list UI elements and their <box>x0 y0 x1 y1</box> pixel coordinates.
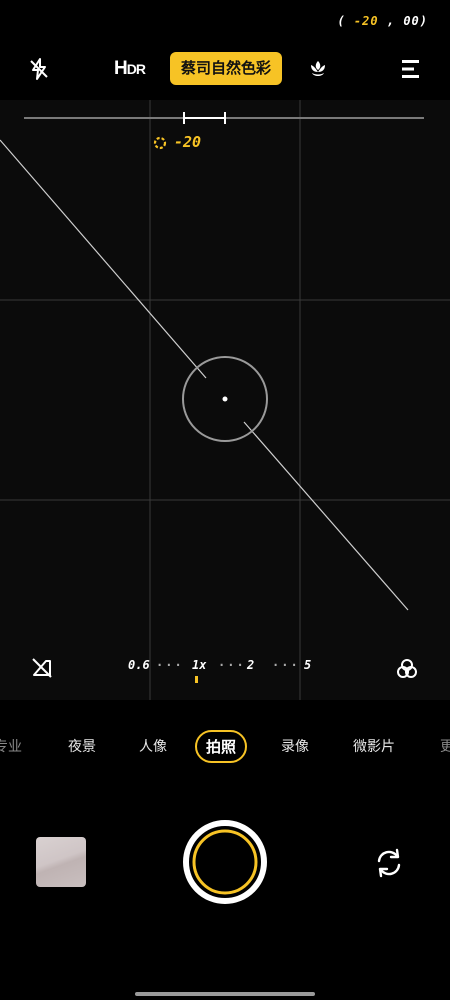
gallery-thumbnail[interactable] <box>36 837 86 887</box>
mode-photo[interactable]: 拍照 <box>195 730 248 763</box>
mode-video[interactable]: 录像 <box>281 736 309 756</box>
exposure-tick-left <box>183 112 185 124</box>
focus-center-dot <box>222 396 228 402</box>
macro-flower-icon <box>311 61 325 76</box>
switch-camera-icon <box>377 848 401 878</box>
level-prefix: ( <box>337 14 346 28</box>
zoom-option-0-6[interactable]: 0.6 <box>128 658 150 672</box>
mode-selector[interactable]: 专业 夜景 人像 拍照 录像 微影片 更 <box>0 730 450 764</box>
zoom-option-2[interactable]: 2 <box>247 658 254 672</box>
zoom-dots: ··· <box>156 658 184 672</box>
mode-portrait[interactable]: 人像 <box>139 736 167 756</box>
level-off-icon <box>32 658 52 678</box>
mode-night[interactable]: 夜景 <box>68 736 96 756</box>
viewfinder-grid <box>0 100 450 700</box>
hdr-label-main: H <box>114 58 128 79</box>
level-roll: 00 <box>403 14 420 28</box>
zoom-option-1x[interactable]: 1x <box>192 658 206 672</box>
mode-pro[interactable]: 专业 <box>0 736 22 756</box>
hdr-button[interactable]: HDR <box>114 54 146 84</box>
zoom-selector[interactable]: 0.6 ··· 1x ··· 2 ··· 5 <box>128 658 318 676</box>
macro-button[interactable] <box>303 54 333 84</box>
zoom-dots: ··· <box>218 658 246 672</box>
color-style-button[interactable]: 蔡司自然色彩 <box>170 52 282 85</box>
flash-off-icon <box>30 58 48 80</box>
shutter-icon <box>183 820 267 904</box>
zoom-dots: ··· <box>272 658 300 672</box>
zoom-current-marker <box>195 676 198 683</box>
horizon-level-line <box>0 139 409 611</box>
mode-micro-movie[interactable]: 微影片 <box>353 736 395 756</box>
exposure-value: -20 <box>152 133 201 151</box>
color-filter-icon <box>397 659 417 678</box>
filter-button[interactable] <box>392 654 422 684</box>
hdr-label-rest: DR <box>126 61 146 77</box>
flash-off-button[interactable] <box>24 54 54 84</box>
shutter-button[interactable] <box>183 820 267 904</box>
exposure-tick-right <box>224 112 226 124</box>
exposure-indicator <box>184 117 226 119</box>
zoom-option-5[interactable]: 5 <box>304 658 311 672</box>
home-indicator[interactable] <box>135 992 315 996</box>
level-pitch: -20 <box>353 14 379 28</box>
level-toggle-button[interactable] <box>28 654 56 682</box>
level-readout: ( -20 , 00) <box>337 14 428 28</box>
menu-icon <box>402 60 419 78</box>
exposure-value-text: -20 <box>174 133 202 151</box>
mode-more[interactable]: 更 <box>440 736 450 756</box>
menu-button[interactable] <box>396 54 426 84</box>
level-suffix: ) <box>419 14 428 28</box>
exposure-dial-icon <box>153 136 167 149</box>
viewfinder[interactable] <box>0 100 450 700</box>
switch-camera-button[interactable] <box>372 846 406 880</box>
level-separator: , <box>386 14 396 28</box>
